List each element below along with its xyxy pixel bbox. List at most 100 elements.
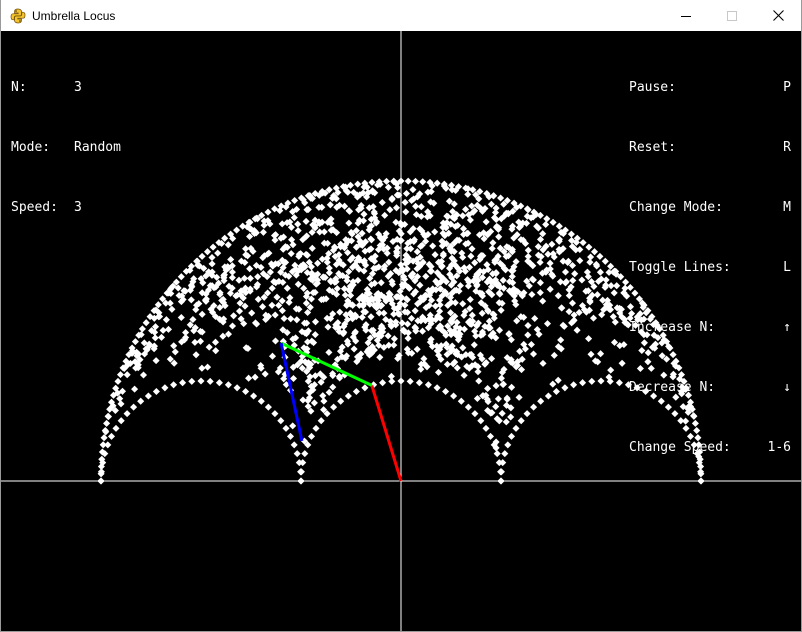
locus-point <box>287 315 295 323</box>
locus-point <box>431 228 439 236</box>
locus-point <box>548 240 556 248</box>
locus-point <box>593 291 601 299</box>
locus-point <box>131 338 139 346</box>
locus-point <box>442 387 450 396</box>
locus-point <box>418 327 427 335</box>
locus-point <box>515 393 523 401</box>
locus-point <box>539 359 547 367</box>
locus-point <box>352 387 360 396</box>
locus-point <box>578 276 586 284</box>
locus-point <box>443 360 451 368</box>
locus-point <box>416 281 424 289</box>
locus-point <box>205 343 213 351</box>
locus-point <box>419 178 427 186</box>
locus-point <box>529 350 538 358</box>
locus-point <box>151 334 159 342</box>
locus-point <box>555 222 563 230</box>
locus-point <box>409 186 417 194</box>
locus-point <box>377 279 385 287</box>
locus-point <box>596 252 604 260</box>
locus-point <box>228 274 236 282</box>
mode-value: Random <box>74 140 121 155</box>
locus-point <box>507 413 515 421</box>
help-row-change-speed: Change Speed: 1-6 <box>629 438 791 458</box>
locus-point <box>528 290 536 299</box>
locus-point <box>301 450 309 458</box>
locus-point <box>550 351 558 359</box>
locus-point <box>610 338 619 346</box>
n-label: N: <box>11 80 27 95</box>
locus-point <box>576 257 584 265</box>
locus-point <box>457 397 465 405</box>
locus-point <box>459 212 467 220</box>
caption-buttons <box>663 0 801 31</box>
locus-point <box>549 218 557 226</box>
close-button[interactable] <box>755 0 801 31</box>
locus-point <box>499 380 508 388</box>
locus-point <box>367 313 375 321</box>
controls-help-panel: Pause: P Reset: R Change Mode: M Toggle … <box>629 38 791 498</box>
locus-point <box>107 432 116 440</box>
locus-point <box>561 268 570 276</box>
locus-point <box>422 272 430 280</box>
locus-point <box>552 387 560 396</box>
locus-point <box>259 228 267 236</box>
maximize-button[interactable] <box>709 0 755 31</box>
locus-point <box>401 198 409 206</box>
help-key: ↓ <box>783 380 791 395</box>
minimize-icon <box>681 15 691 17</box>
locus-point <box>264 208 272 216</box>
locus-point <box>211 338 220 346</box>
locus-point <box>330 403 338 411</box>
locus-point <box>456 282 464 290</box>
locus-point <box>214 249 222 257</box>
locus-point <box>259 303 267 311</box>
locus-point <box>411 307 419 315</box>
status-mode-row: Mode: Random <box>11 138 121 158</box>
locus-point <box>615 379 623 387</box>
locus-point <box>314 259 322 267</box>
locus-point <box>188 377 196 385</box>
locus-point <box>404 177 412 185</box>
locus-point <box>294 227 302 235</box>
locus-point <box>459 344 467 352</box>
help-label: Change Mode: <box>629 200 723 215</box>
locus-point <box>302 217 310 225</box>
locus-point <box>257 397 265 405</box>
locus-point <box>579 239 587 247</box>
minimize-button[interactable] <box>663 0 709 31</box>
locus-point <box>587 350 595 358</box>
locus-point <box>378 198 386 207</box>
help-label: Increase N: <box>629 320 716 335</box>
locus-point <box>524 246 532 254</box>
locus-point <box>546 285 554 293</box>
locus-point <box>291 196 299 205</box>
title-bar[interactable]: Umbrella Locus <box>1 0 801 31</box>
simulation-canvas[interactable]: N: 3 Mode: Random Speed: 3 Pause: P Rese… <box>1 31 801 631</box>
locus-point <box>208 253 216 262</box>
locus-point <box>512 424 520 432</box>
locus-point <box>488 244 496 253</box>
locus-point <box>585 243 593 251</box>
locus-point <box>289 422 297 430</box>
locus-point <box>536 258 544 266</box>
locus-point <box>248 309 256 317</box>
locus-point <box>287 223 295 231</box>
locus-point <box>192 351 200 359</box>
locus-point <box>242 387 250 396</box>
locus-point <box>235 307 244 315</box>
locus-point <box>271 337 280 345</box>
locus-point <box>388 195 396 204</box>
locus-point <box>137 397 145 405</box>
locus-point <box>569 276 577 285</box>
locus-point <box>206 377 214 385</box>
help-row-decrease-n: Decrease N: ↓ <box>629 378 791 398</box>
locus-point <box>536 289 544 297</box>
locus-point <box>524 331 532 339</box>
close-icon <box>772 10 784 21</box>
locus-point <box>171 348 179 356</box>
locus-point <box>492 204 500 212</box>
locus-point <box>294 220 302 228</box>
locus-point <box>224 241 232 249</box>
locus-point <box>493 450 501 458</box>
